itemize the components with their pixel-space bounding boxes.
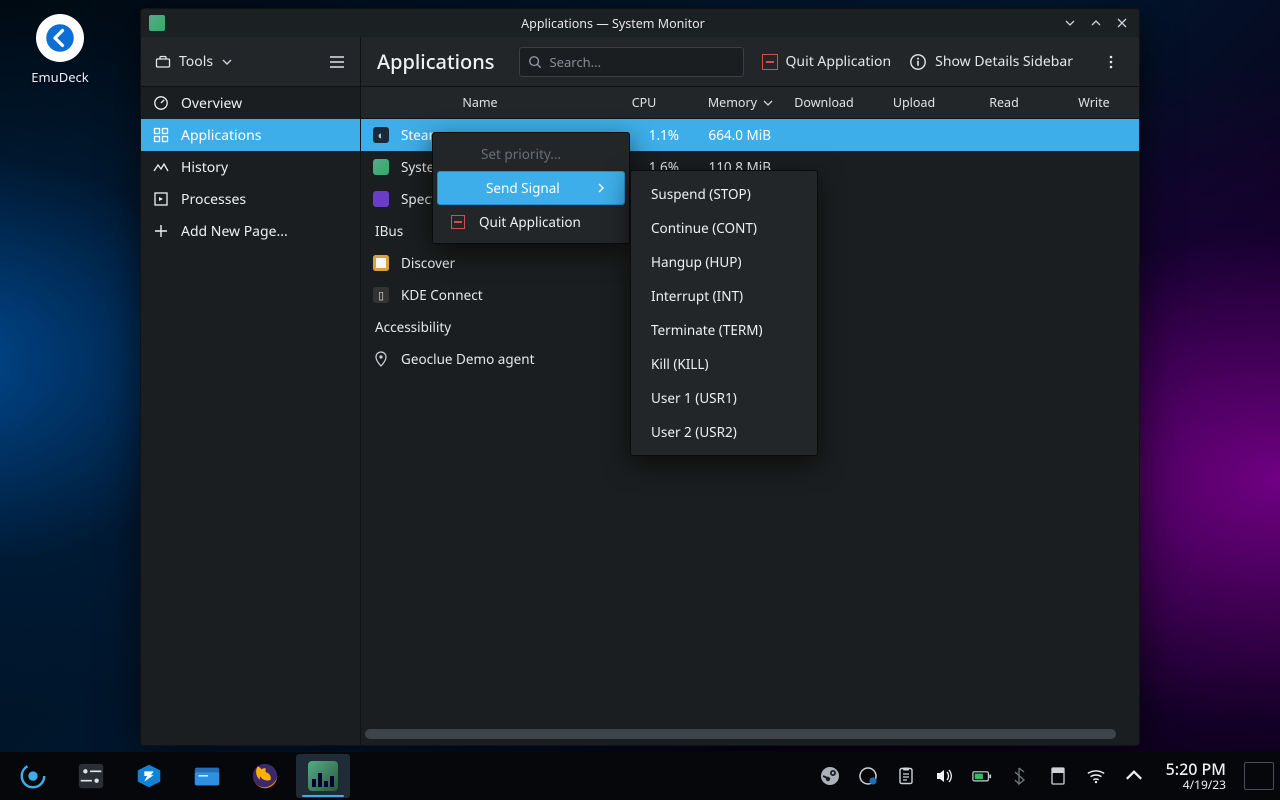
row-name: IBus [375,222,403,240]
window-title: Applications — System Monitor [173,15,1053,32]
context-send-signal[interactable]: Send Signal [437,171,625,205]
taskbar-system-monitor[interactable] [296,754,350,798]
tray-clipboard-icon[interactable] [896,766,916,786]
table-header: Name CPU Memory Download Upload Read Wri… [361,87,1139,119]
sidebar-item-overview[interactable]: Overview [141,87,360,119]
signal-menu-item[interactable]: Terminate (TERM) [631,313,817,347]
tray-update-icon[interactable] [858,766,878,786]
more-menu[interactable] [1099,50,1123,74]
signal-menu-item[interactable]: Interrupt (INT) [631,279,817,313]
horizontal-scrollbar[interactable] [365,729,1135,739]
row-name: Discover [401,254,455,272]
history-icon [153,159,169,175]
sidebar-item-processes[interactable]: Processes [141,183,360,215]
taskbar-clock[interactable]: 5:20 PM 4/19/23 [1158,760,1234,792]
signal-menu-item[interactable]: Suspend (STOP) [631,177,817,211]
sort-desc-icon [763,98,773,108]
tray-steam-icon[interactable] [820,766,840,786]
overview-icon [153,95,169,111]
tools-menu[interactable]: Tools [155,52,233,71]
tray-bluetooth-icon[interactable] [1010,766,1030,786]
close-button[interactable] [1113,14,1131,32]
signal-menu-item[interactable]: User 2 (USR2) [631,415,817,449]
emudeck-icon [36,14,84,62]
details-label: Show Details Sidebar [935,52,1073,71]
minimize-button[interactable] [1061,14,1079,32]
taskbar: 5:20 PM 4/19/23 [0,752,1280,800]
search-input[interactable] [550,53,735,71]
quit-icon [762,54,778,70]
signal-menu-item[interactable]: Kill (KILL) [631,347,817,381]
signal-menu-item[interactable]: Continue (CONT) [631,211,817,245]
sidebar-item-label: Applications [181,126,261,145]
sidebar-item-add-page[interactable]: Add New Page... [141,215,360,247]
context-set-priority: Set priority... [433,137,629,171]
row-name: KDE Connect [401,286,483,304]
column-memory[interactable]: Memory [689,87,779,118]
signal-menu-item[interactable]: Hangup (HUP) [631,245,817,279]
context-quit-application[interactable]: Quit Application [433,205,629,239]
tray-expand-icon[interactable] [1124,766,1144,786]
titlebar[interactable]: Applications — System Monitor [141,9,1139,37]
column-name[interactable]: Name [361,87,599,118]
chevron-right-icon [596,183,606,193]
row-memory: 664.0 MiB [689,126,779,144]
sidebar-item-label: Processes [181,190,246,209]
page-title: Applications [377,48,495,75]
info-icon [909,53,927,71]
column-download[interactable]: Download [779,87,869,118]
show-details-button[interactable]: Show Details Sidebar [909,52,1073,71]
tray-volume-icon[interactable] [934,766,954,786]
taskbar-discover[interactable] [122,754,176,798]
quit-application-button[interactable]: Quit Application [762,52,892,71]
send-signal-submenu: Suspend (STOP)Continue (CONT)Hangup (HUP… [630,170,818,456]
clock-date: 4/19/23 [1166,778,1226,792]
add-icon [153,223,169,239]
sidebar: Overview Applications History Processes … [141,87,361,745]
apps-icon [153,127,169,143]
column-read[interactable]: Read [959,87,1049,118]
system-tray [820,766,1154,786]
sidebar-item-label: History [181,158,228,177]
toolbox-icon [155,54,171,70]
sidebar-item-label: Add New Page... [181,222,288,241]
sidebar-item-history[interactable]: History [141,151,360,183]
taskbar-settings[interactable] [64,754,118,798]
search-icon [528,55,542,69]
search-box[interactable] [519,47,744,77]
desktop-icon-label: EmuDeck [30,68,90,86]
taskbar-firefox[interactable] [238,754,292,798]
row-name: Accessibility [375,318,451,336]
column-upload[interactable]: Upload [869,87,959,118]
quit-label: Quit Application [786,52,892,71]
tools-label: Tools [179,52,213,71]
start-menu[interactable] [6,754,60,798]
column-write[interactable]: Write [1049,87,1139,118]
quit-icon [451,215,465,229]
hamburger-menu[interactable] [328,53,346,71]
tray-disk-icon[interactable] [1048,766,1068,786]
context-menu: Set priority... Send Signal Quit Applica… [432,132,630,244]
tray-wifi-icon[interactable] [1086,766,1106,786]
window-app-icon [149,15,165,31]
column-cpu[interactable]: CPU [599,87,689,118]
toolbar: Tools Applications Quit Application Show… [141,37,1139,87]
taskbar-files[interactable] [180,754,234,798]
chevron-down-icon [221,56,233,68]
show-desktop-button[interactable] [1244,762,1274,790]
signal-menu-item[interactable]: User 1 (USR1) [631,381,817,415]
sidebar-item-applications[interactable]: Applications [141,119,360,151]
maximize-button[interactable] [1087,14,1105,32]
desktop-icon-emudeck[interactable]: EmuDeck [30,14,90,86]
processes-icon [153,191,169,207]
row-name: Geoclue Demo agent [401,350,535,368]
sidebar-item-label: Overview [181,94,242,113]
tray-battery-icon[interactable] [972,766,992,786]
